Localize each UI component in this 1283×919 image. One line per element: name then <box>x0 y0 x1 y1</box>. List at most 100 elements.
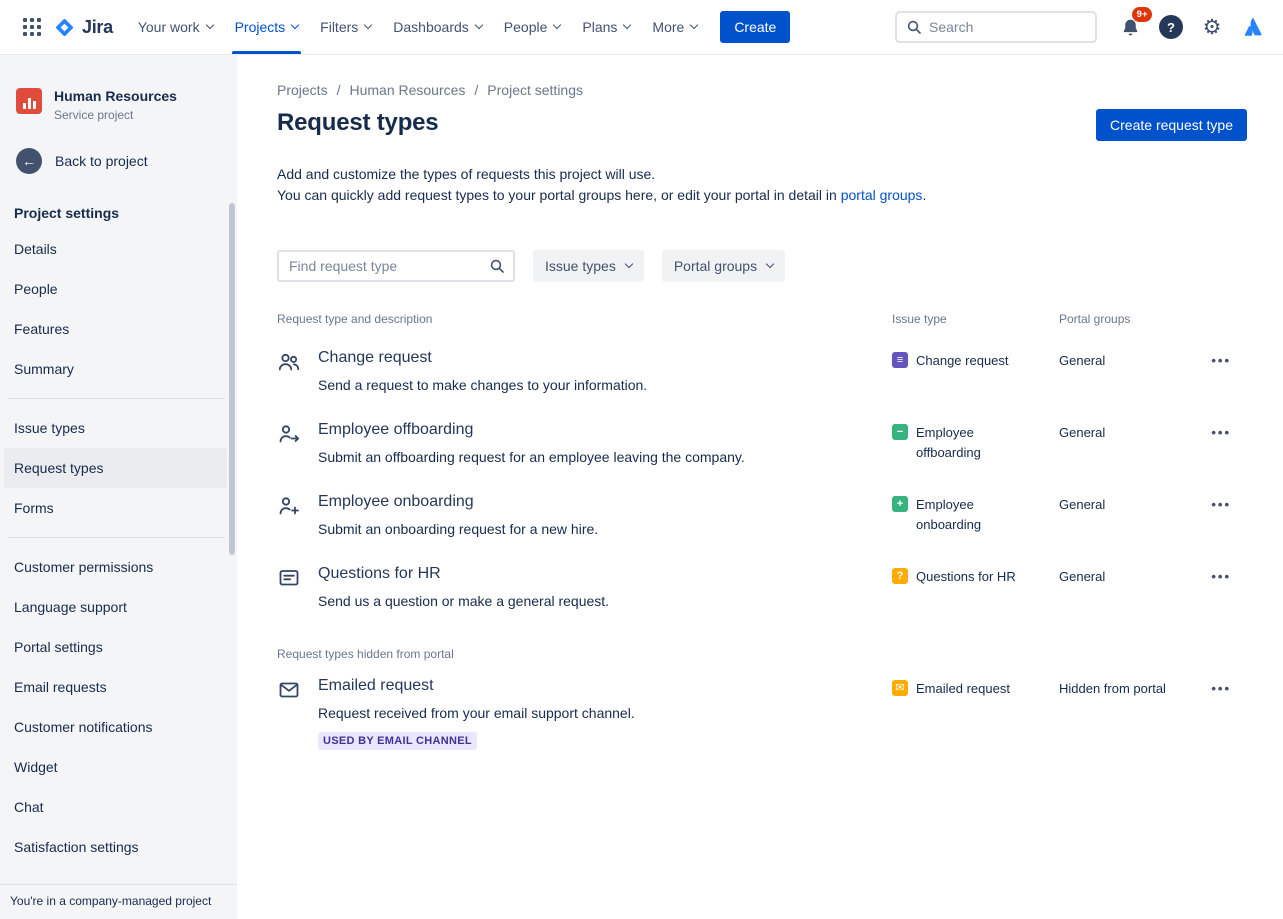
project-name: Human Resources <box>54 88 177 106</box>
request-types-table: Request type and description Issue type … <box>277 312 1247 764</box>
portal-groups-link[interactable]: portal groups <box>841 187 923 203</box>
row-actions-button[interactable]: ••• <box>1205 677 1237 700</box>
person-plus-icon <box>277 494 301 518</box>
sidebar-item-language-support[interactable]: Language support <box>4 587 227 627</box>
request-type-link[interactable]: Employee offboarding <box>318 421 473 439</box>
sidebar-item-label: People <box>14 281 58 297</box>
header-issue-type: Issue type <box>892 312 1059 326</box>
nav-item-your-work[interactable]: Your work <box>127 0 224 54</box>
issue-type-question-icon: ? <box>892 568 908 584</box>
portal-group-value: General <box>1059 565 1199 584</box>
sidebar-item-summary[interactable]: Summary <box>4 349 227 389</box>
breadcrumb-project-settings[interactable]: Project settings <box>487 82 583 98</box>
table-row: Employee offboarding Submit an offboardi… <box>277 407 1247 479</box>
sidebar-item-customer-notifications[interactable]: Customer notifications <box>4 707 227 747</box>
app-switcher-icon[interactable] <box>16 11 48 43</box>
breadcrumb-projects[interactable]: Projects <box>277 82 328 98</box>
people-group-icon <box>277 350 301 374</box>
nav-item-label: Dashboards <box>393 19 469 35</box>
notification-badge: 9+ <box>1132 7 1152 22</box>
issue-type-label: Questions for HR <box>916 567 1016 587</box>
find-request-type-input[interactable] <box>289 258 489 274</box>
sidebar-item-details[interactable]: Details <box>4 229 227 269</box>
nav-item-label: Plans <box>582 19 617 35</box>
issue-type-change-request-icon: ≡ <box>892 352 908 368</box>
request-type-link[interactable]: Change request <box>318 349 432 367</box>
nav-item-people[interactable]: People <box>493 0 572 54</box>
sidebar-item-customer-permissions[interactable]: Customer permissions <box>4 547 227 587</box>
project-avatar <box>16 88 42 114</box>
feedback-note-icon <box>277 566 301 590</box>
nav-item-plans[interactable]: Plans <box>571 0 641 54</box>
sidebar-item-chat[interactable]: Chat <box>4 787 227 827</box>
portal-group-value: General <box>1059 349 1199 368</box>
portal-group-value: Hidden from portal <box>1059 677 1199 696</box>
back-arrow-icon: ← <box>16 148 42 174</box>
request-type-link[interactable]: Emailed request <box>318 677 434 695</box>
request-type-link[interactable]: Employee onboarding <box>318 493 474 511</box>
sidebar-item-forms[interactable]: Forms <box>4 488 227 528</box>
row-actions-button[interactable]: ••• <box>1205 349 1237 372</box>
settings-button[interactable]: ⚙ <box>1196 11 1228 43</box>
sidebar-item-email-requests[interactable]: Email requests <box>4 667 227 707</box>
notifications-button[interactable]: 9+ <box>1114 11 1146 43</box>
nav-right-cluster: 9+ ? ⚙ <box>895 11 1269 43</box>
find-request-type-field[interactable] <box>277 250 515 282</box>
search-input[interactable] <box>929 19 1086 35</box>
issue-types-dropdown[interactable]: Issue types <box>533 250 644 282</box>
row-actions-button[interactable]: ••• <box>1205 565 1237 588</box>
description-text: . <box>922 187 926 203</box>
top-navigation: Jira Your work Projects Filters Dashboar… <box>0 0 1283 55</box>
breadcrumb-human-resources[interactable]: Human Resources <box>349 82 465 98</box>
request-type-description: Request received from your email support… <box>318 705 635 721</box>
nav-item-dashboards[interactable]: Dashboards <box>382 0 493 54</box>
project-header: Human Resources Service project <box>0 88 237 122</box>
help-button[interactable]: ? <box>1155 11 1187 43</box>
chevron-down-icon <box>690 21 698 29</box>
nav-item-more[interactable]: More <box>641 0 708 54</box>
nav-item-label: Filters <box>320 19 358 35</box>
jira-mark-icon <box>54 17 75 38</box>
table-row: Change request Send a request to make ch… <box>277 335 1247 407</box>
nav-item-label: Your work <box>138 19 200 35</box>
used-by-email-channel-badge: USED BY EMAIL CHANNEL <box>318 732 477 750</box>
nav-item-projects[interactable]: Projects <box>224 0 310 54</box>
gear-icon: ⚙ <box>1203 17 1222 38</box>
sidebar-item-label: Portal settings <box>14 639 103 655</box>
back-to-project[interactable]: ← Back to project <box>0 148 237 174</box>
sidebar-item-widget[interactable]: Widget <box>4 747 227 787</box>
sidebar-item-label: Summary <box>14 361 74 377</box>
sidebar-item-people[interactable]: People <box>4 269 227 309</box>
global-search[interactable] <box>895 11 1097 43</box>
primary-nav: Your work Projects Filters Dashboards Pe… <box>127 0 708 54</box>
create-button[interactable]: Create <box>720 11 790 43</box>
sidebar-item-portal-settings[interactable]: Portal settings <box>4 627 227 667</box>
sidebar-item-label: Issue types <box>14 420 85 436</box>
hidden-section-label: Request types hidden from portal <box>277 647 1247 661</box>
portal-group-value: General <box>1059 493 1199 512</box>
sidebar-item-label: Customer permissions <box>14 559 153 575</box>
sidebar-item-label: Details <box>14 241 57 257</box>
sidebar-item-features[interactable]: Features <box>4 309 227 349</box>
request-type-description: Send a request to make changes to your i… <box>318 377 647 393</box>
sidebar-scrollbar[interactable] <box>229 203 235 555</box>
project-settings-sidebar: Human Resources Service project ← Back t… <box>0 55 237 919</box>
row-actions-button[interactable]: ••• <box>1205 421 1237 444</box>
app-name: Jira <box>82 17 113 38</box>
portal-groups-dropdown[interactable]: Portal groups <box>662 250 785 282</box>
row-actions-button[interactable]: ••• <box>1205 493 1237 516</box>
table-row: Employee onboarding Submit an onboarding… <box>277 479 1247 551</box>
sidebar-item-request-types[interactable]: Request types <box>4 448 227 488</box>
sidebar-item-label: Forms <box>14 500 54 516</box>
jira-logo[interactable]: Jira <box>48 17 127 38</box>
sidebar-item-satisfaction-settings[interactable]: Satisfaction settings <box>4 827 227 867</box>
nav-item-filters[interactable]: Filters <box>309 0 382 54</box>
atlassian-app-button[interactable] <box>1237 11 1269 43</box>
issue-type-offboarding-icon: − <box>892 424 908 440</box>
sidebar-item-issue-types[interactable]: Issue types <box>4 408 227 448</box>
page-description: Add and customize the types of requests … <box>277 164 1247 206</box>
person-arrow-out-icon <box>277 422 301 446</box>
create-request-type-button[interactable]: Create request type <box>1096 109 1247 141</box>
request-type-link[interactable]: Questions for HR <box>318 565 441 583</box>
atlassian-icon <box>1242 16 1264 38</box>
